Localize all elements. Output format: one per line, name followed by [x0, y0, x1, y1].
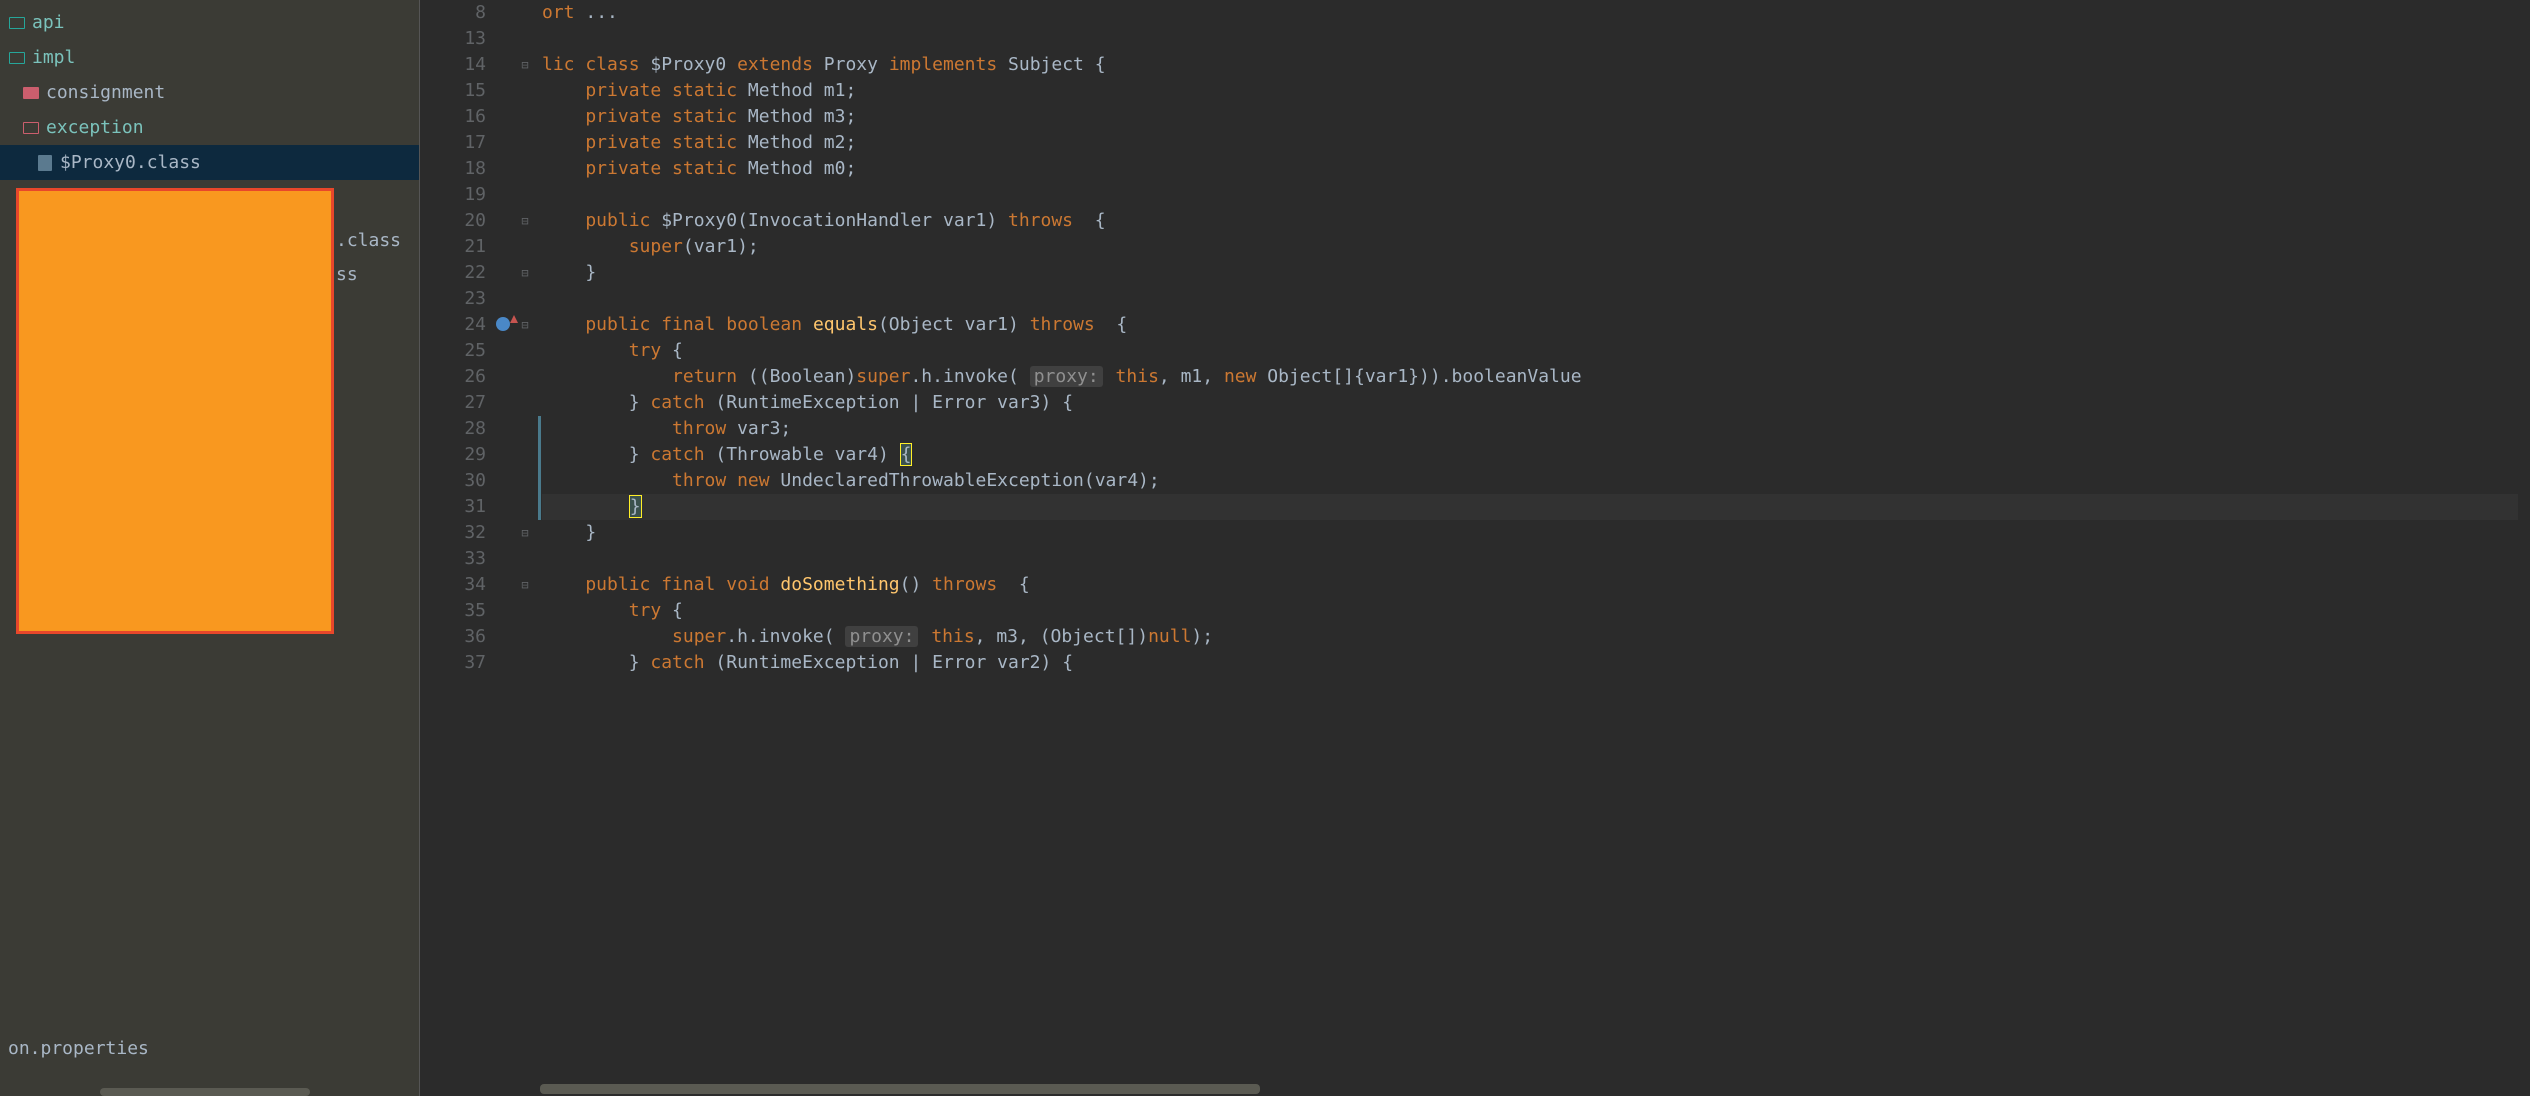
project-tree-sidebar: api impl consignment exception $Proxy0.class…: [0, 0, 420, 1096]
class-file-icon: [36, 155, 54, 171]
matched-bracket: {: [900, 443, 913, 466]
line-number[interactable]: 30: [420, 468, 486, 494]
code-line[interactable]: } catch (RuntimeException | Error var2) …: [542, 650, 2530, 676]
code-line[interactable]: [542, 182, 2530, 208]
code-line[interactable]: super.h.invoke( proxy: this, m3, (Object…: [542, 624, 2530, 650]
matched-bracket: }: [629, 495, 642, 518]
line-number[interactable]: 37: [420, 650, 486, 676]
folder-icon: [8, 15, 26, 31]
truncated-label: ss: [336, 264, 358, 285]
line-number[interactable]: 25: [420, 338, 486, 364]
code-line[interactable]: throw new UndeclaredThrowableException(v…: [542, 468, 2530, 494]
code-line[interactable]: [542, 546, 2530, 572]
truncated-label: .class: [336, 230, 401, 251]
tree-item-label: exception: [46, 117, 144, 138]
line-number[interactable]: 22: [420, 260, 486, 286]
folder-icon: [8, 50, 26, 66]
code-line[interactable]: throw var3;: [542, 416, 2530, 442]
line-number[interactable]: 32: [420, 520, 486, 546]
code-line[interactable]: try {: [542, 598, 2530, 624]
tree-item[interactable]: $Proxy0.class: [0, 145, 419, 180]
parameter-hint: proxy:: [1030, 366, 1103, 387]
code-line[interactable]: try {: [542, 338, 2530, 364]
code-line[interactable]: }: [542, 494, 2530, 520]
tree-item[interactable]: api: [0, 5, 419, 40]
fold-marker-icon[interactable]: ⊟: [518, 214, 532, 228]
line-number[interactable]: 8: [420, 0, 486, 26]
tree-item-label: consignment: [46, 82, 165, 103]
fold-marker-icon[interactable]: ⊟: [518, 58, 532, 72]
code-line[interactable]: super(var1);: [542, 234, 2530, 260]
line-number[interactable]: 17: [420, 130, 486, 156]
project-tree[interactable]: api impl consignment exception $Proxy0.class: [0, 0, 419, 180]
line-number[interactable]: 21: [420, 234, 486, 260]
line-number[interactable]: 14: [420, 52, 486, 78]
code-line[interactable]: }: [542, 520, 2530, 546]
tree-item-label: on.properties: [8, 1038, 149, 1059]
code-line[interactable]: public $Proxy0(InvocationHandler var1) t…: [542, 208, 2530, 234]
fold-column[interactable]: ⊟ ⊟ ⊟ ⊟ ⊟ ⊟: [516, 0, 538, 1096]
line-number[interactable]: 18: [420, 156, 486, 182]
tree-item[interactable]: consignment: [0, 75, 419, 110]
editor-minimap[interactable]: [2518, 0, 2530, 1096]
redaction-overlay: [16, 188, 334, 634]
code-line[interactable]: } catch (Throwable var4) {: [542, 442, 2530, 468]
line-number[interactable]: 26: [420, 364, 486, 390]
line-number[interactable]: 35: [420, 598, 486, 624]
line-number[interactable]: 24: [420, 312, 486, 338]
line-number[interactable]: 28: [420, 416, 486, 442]
override-icon[interactable]: [496, 317, 510, 331]
line-number[interactable]: 34: [420, 572, 486, 598]
tree-item-label: api: [32, 12, 65, 33]
line-number[interactable]: 16: [420, 104, 486, 130]
code-line[interactable]: private static Method m0;: [542, 156, 2530, 182]
line-number-gutter[interactable]: 8131415161718192021222324252627282930313…: [420, 0, 516, 1096]
code-line[interactable]: return ((Boolean)super.h.invoke( proxy: …: [542, 364, 2530, 390]
code-line[interactable]: private static Method m3;: [542, 104, 2530, 130]
line-number[interactable]: 13: [420, 26, 486, 52]
code-line[interactable]: [542, 286, 2530, 312]
code-line[interactable]: public final boolean equals(Object var1)…: [542, 312, 2530, 338]
line-number[interactable]: 27: [420, 390, 486, 416]
fold-marker-icon[interactable]: ⊟: [518, 318, 532, 332]
folder-icon: [22, 85, 40, 101]
code-area[interactable]: ort ... lic class $Proxy0 extends Proxy i…: [538, 0, 2530, 1096]
fold-marker-icon[interactable]: ⊟: [518, 266, 532, 280]
line-number[interactable]: 23: [420, 286, 486, 312]
tree-item-label: impl: [32, 47, 75, 68]
code-line[interactable]: lic class $Proxy0 extends Proxy implemen…: [542, 52, 2530, 78]
tree-item[interactable]: on.properties: [0, 1031, 419, 1066]
folder-icon: [22, 120, 40, 136]
code-line[interactable]: ort ...: [542, 0, 2530, 26]
tree-item[interactable]: exception: [0, 110, 419, 145]
line-number[interactable]: 20: [420, 208, 486, 234]
code-line[interactable]: }: [542, 260, 2530, 286]
line-number[interactable]: 31: [420, 494, 486, 520]
line-number[interactable]: 19: [420, 182, 486, 208]
tree-item-label: $Proxy0.class: [60, 152, 201, 173]
sidebar-horizontal-scrollbar[interactable]: [100, 1088, 310, 1096]
change-marker: [538, 416, 541, 520]
code-line[interactable]: } catch (RuntimeException | Error var3) …: [542, 390, 2530, 416]
fold-marker-icon[interactable]: ⊟: [518, 578, 532, 592]
code-line[interactable]: private static Method m1;: [542, 78, 2530, 104]
line-number[interactable]: 15: [420, 78, 486, 104]
line-number[interactable]: 36: [420, 624, 486, 650]
parameter-hint: proxy:: [845, 626, 918, 647]
line-number[interactable]: 29: [420, 442, 486, 468]
code-line[interactable]: private static Method m2;: [542, 130, 2530, 156]
tree-item[interactable]: impl: [0, 40, 419, 75]
code-editor: 8131415161718192021222324252627282930313…: [420, 0, 2530, 1096]
editor-horizontal-scrollbar[interactable]: [540, 1084, 1260, 1094]
fold-marker-icon[interactable]: ⊟: [518, 526, 532, 540]
code-line[interactable]: public final void doSomething() throws {: [542, 572, 2530, 598]
code-line[interactable]: [542, 26, 2530, 52]
line-number[interactable]: 33: [420, 546, 486, 572]
